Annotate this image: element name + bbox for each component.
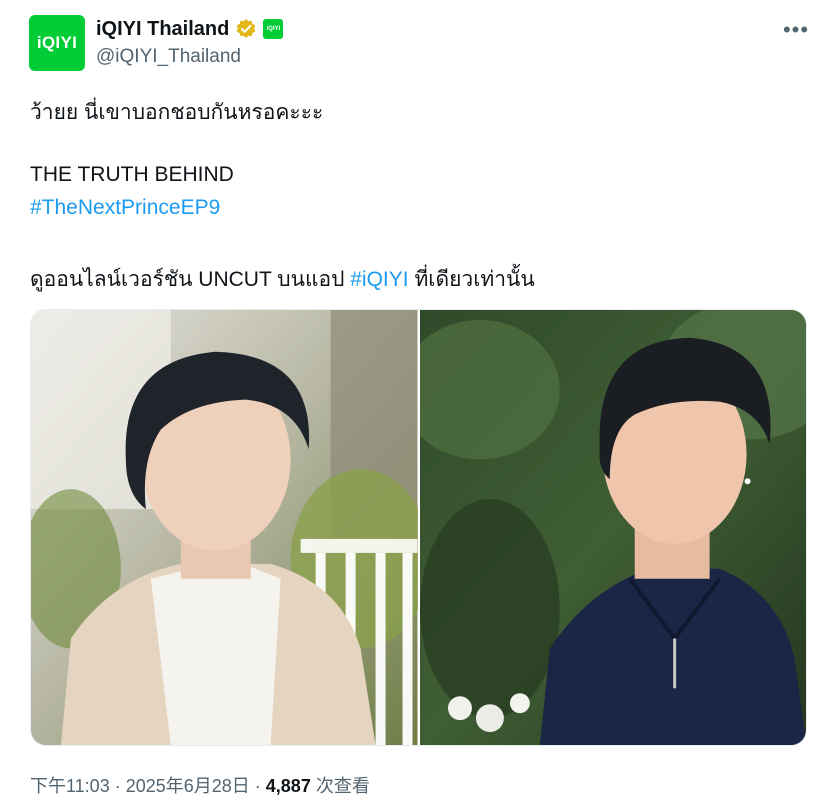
display-name[interactable]: iQIYI Thailand bbox=[96, 18, 229, 41]
tweet-text-segment: ที่เดียวเท่านั้น bbox=[408, 268, 535, 291]
timestamp-link[interactable]: 下午11:03 · 2025年6月28日 · bbox=[30, 776, 266, 796]
avatar[interactable]: iQIYI bbox=[29, 15, 85, 71]
views-label: 次查看 bbox=[310, 776, 370, 796]
photo-left[interactable] bbox=[31, 310, 418, 745]
hashtag-line: #TheNextPrinceEP9 bbox=[30, 196, 220, 220]
views-count: 4,887 bbox=[265, 776, 311, 796]
tweet-meta: 下午11:03 · 2025年6月28日 · 4,887 次查看 bbox=[30, 772, 370, 798]
tweet-card: iQIYI iQIYI Thailand iQIYI @iQIYI_Thaila… bbox=[0, 0, 834, 802]
photo-right-image-icon bbox=[419, 310, 806, 745]
tweet-text-line-3: ดูออนไลน์เวอร์ชัน UNCUT บนแอป #iQIYI ที่… bbox=[30, 263, 535, 296]
media-grid bbox=[30, 309, 807, 746]
tweet-text-line-2: THE TRUTH BEHIND bbox=[30, 163, 234, 186]
affiliate-badge[interactable]: iQIYI bbox=[263, 19, 284, 39]
more-options-icon[interactable]: ••• bbox=[780, 17, 812, 42]
hashtag-link[interactable]: #TheNextPrinceEP9 bbox=[30, 196, 220, 219]
tweet-text-line-1: ว้ายย นี่เขาบอกชอบกันหรอคะะะ bbox=[30, 101, 324, 124]
name-row: iQIYI Thailand iQIYI bbox=[96, 16, 284, 42]
photo-right[interactable] bbox=[419, 310, 806, 745]
tweet-text-segment: ดูออนไลน์เวอร์ชัน UNCUT บนแอป bbox=[30, 268, 351, 291]
verified-badge-icon bbox=[237, 19, 256, 38]
photo-left-image-icon bbox=[31, 310, 418, 745]
account-handle[interactable]: @iQIYI_Thailand bbox=[96, 46, 241, 68]
hashtag-link[interactable]: #iQIYI bbox=[350, 268, 408, 291]
